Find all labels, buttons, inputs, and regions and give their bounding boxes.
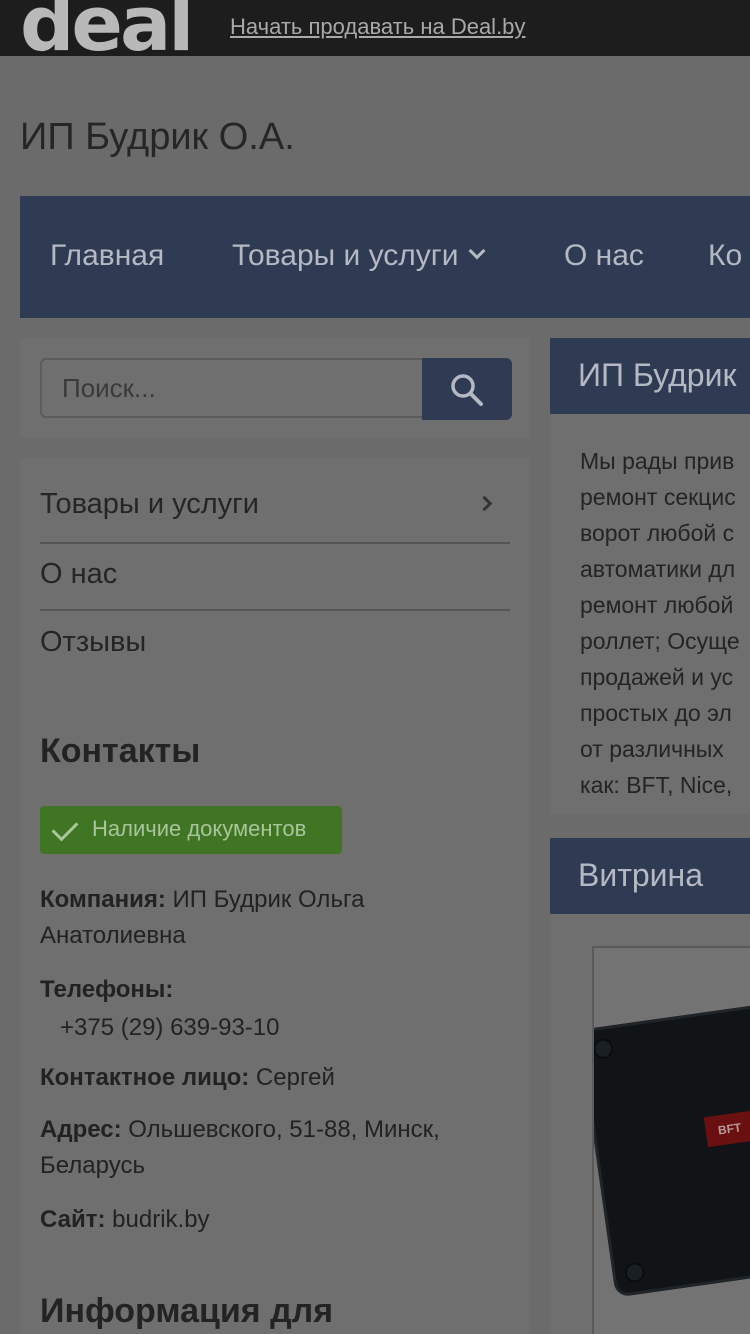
company-field: Компания: ИП Будрик Ольга Анатолиевна <box>40 882 510 954</box>
nav-item-about[interactable]: О нас <box>564 196 644 318</box>
checkmark-icon <box>51 814 79 842</box>
site-link[interactable]: budrik.by <box>112 1206 209 1233</box>
about-line: Мы рады прив <box>580 448 735 474</box>
screw-icon <box>594 1037 615 1061</box>
address-field: Адрес: Ольшевского, 51-88, Минск, Белару… <box>40 1112 510 1184</box>
about-text: Мы рады прив ремонт секцис ворот любой с… <box>550 414 750 814</box>
showcase-header: Витрина <box>550 838 750 914</box>
about-line: простых до эл <box>580 700 732 726</box>
showcase: BFT <box>550 914 750 1334</box>
company-value: ИП Будрик Ольга <box>172 886 365 913</box>
search-button[interactable] <box>422 358 512 420</box>
about-line: автоматики дл <box>580 556 736 582</box>
product-brand-label: BFT <box>703 1110 750 1148</box>
product-card[interactable]: BFT <box>592 946 750 1334</box>
nav-item-products[interactable]: Товары и услуги <box>232 196 485 318</box>
product-image: BFT <box>594 996 750 1298</box>
address-value: Ольшевского, 51-88, Минск, <box>128 1116 440 1143</box>
nav-item-contacts[interactable]: Ко <box>708 196 742 318</box>
contact-person-value: Сергей <box>255 1064 335 1091</box>
divider <box>40 542 510 544</box>
sidebar-item-label: Товары и услуги <box>40 488 259 520</box>
documents-badge[interactable]: Наличие документов <box>40 806 342 854</box>
info-heading: Информация для <box>40 1292 334 1330</box>
contact-person-label: Контактное лицо: <box>40 1064 250 1091</box>
about-header: ИП Будрик <box>550 338 750 414</box>
documents-badge-label: Наличие документов <box>92 816 307 841</box>
search-panel <box>20 338 530 438</box>
nav-label: Товары и услуги <box>232 239 459 272</box>
nav-label: Главная <box>50 239 165 272</box>
search-input[interactable] <box>40 358 424 418</box>
sidebar: Товары и услуги О нас Отзывы Контакты На… <box>20 458 530 1334</box>
company-value-cont: Анатолиевна <box>40 922 186 949</box>
chevron-down-icon <box>468 242 485 260</box>
about-line: как: BFT, Nice, <box>580 772 733 798</box>
nav-label: О нас <box>564 239 644 272</box>
phones-label: Телефоны: <box>40 976 174 1003</box>
site-label: Сайт: <box>40 1206 106 1233</box>
sidebar-item-label: Отзывы <box>40 626 147 658</box>
contacts-heading: Контакты <box>40 732 201 770</box>
start-selling-link[interactable]: Начать продавать на Deal.by <box>230 14 525 40</box>
sidebar-item-about[interactable]: О нас <box>40 558 510 591</box>
search-icon <box>451 374 483 406</box>
divider <box>40 609 510 611</box>
about-line: продажей и ус <box>580 664 734 690</box>
screw-icon <box>623 1261 646 1284</box>
main-nav: Главная Товары и услуги О нас Ко <box>20 196 750 318</box>
nav-item-home[interactable]: Главная <box>50 196 164 318</box>
chevron-right-icon <box>476 495 493 512</box>
top-bar: deal Начать продавать на Deal.by <box>0 0 750 62</box>
address-value-cont: Беларусь <box>40 1152 145 1179</box>
site-field: Сайт: budrik.by <box>40 1202 510 1238</box>
contact-person-field: Контактное лицо: Сергей <box>40 1060 510 1096</box>
company-label: Компания: <box>40 886 166 913</box>
about-line: от различных <box>580 736 724 762</box>
sidebar-item-products[interactable]: Товары и услуги <box>40 488 510 521</box>
deal-logo[interactable]: deal <box>20 0 194 62</box>
address-label: Адрес: <box>40 1116 122 1143</box>
sidebar-item-label: О нас <box>40 558 118 590</box>
about-line: роллет; Осуще <box>580 628 740 654</box>
phone-number[interactable]: +375 (29) 639-93-10 <box>60 1014 280 1042</box>
about-line: ремонт любой <box>580 592 734 618</box>
about-line: ворот любой с <box>580 520 735 546</box>
sidebar-item-reviews[interactable]: Отзывы <box>40 626 510 659</box>
nav-label: Ко <box>708 239 743 272</box>
company-title: ИП Будрик О.А. <box>20 116 295 158</box>
phones-field: Телефоны: <box>40 972 510 1008</box>
about-line: ремонт секцис <box>580 484 736 510</box>
